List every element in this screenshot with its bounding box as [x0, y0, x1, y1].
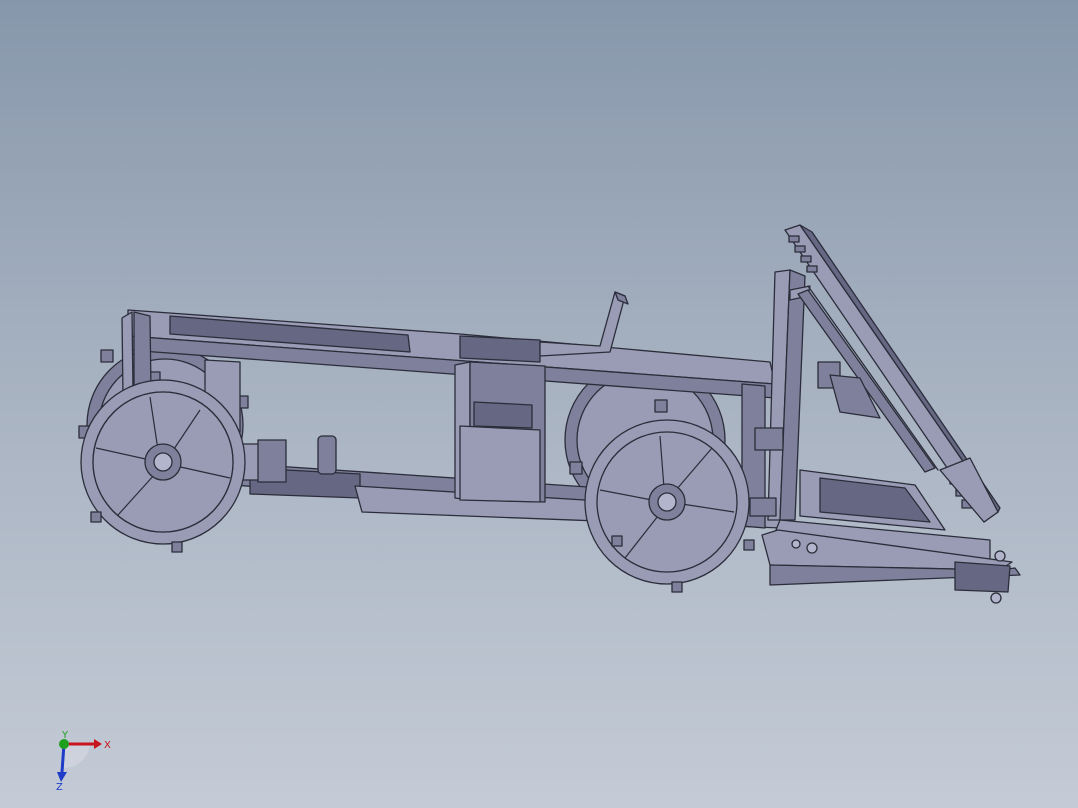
cad-model-rail-cart[interactable]: [0, 0, 1078, 808]
push-handle: [539, 291, 629, 357]
triad-y-label: Y: [61, 730, 69, 741]
triad-x-label: X: [104, 740, 111, 751]
triad-z-arrow-icon: [57, 772, 67, 782]
rear-front-wheel: [80, 379, 246, 553]
triad-plane-shade: [64, 744, 90, 769]
graphics-viewport[interactable]: X Y Z: [0, 0, 1078, 808]
view-orientation-triad: X Y Z: [56, 730, 111, 793]
front-front-wheel: [584, 419, 755, 593]
triad-x-arrow-icon: [94, 739, 102, 749]
triad-z-label: Z: [56, 782, 63, 793]
center-gearbox: [454, 361, 546, 503]
